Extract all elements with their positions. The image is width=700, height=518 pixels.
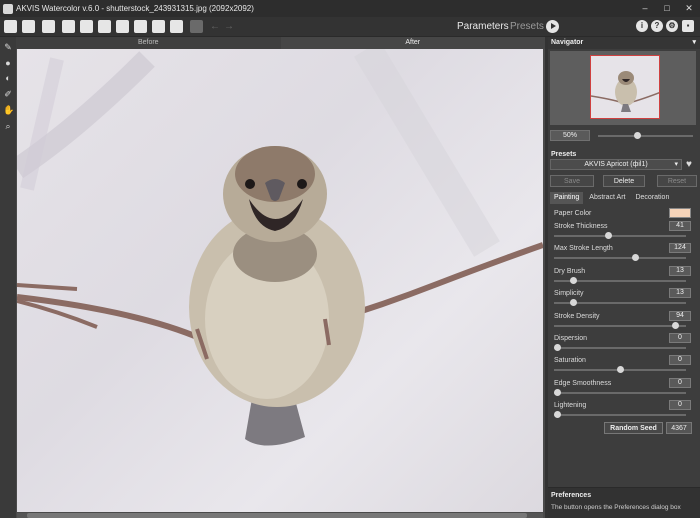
presets-title: Presets [551, 151, 577, 158]
param-slider-knob[interactable] [671, 321, 679, 329]
seed-value-field[interactable]: 4367 [666, 422, 692, 434]
tab-abstract-art[interactable]: Abstract Art [585, 192, 629, 204]
help-box: Preferences The button opens the Prefere… [548, 487, 700, 518]
param-slider-knob[interactable] [631, 254, 639, 262]
print-icon[interactable] [62, 20, 75, 33]
open-icon[interactable] [22, 20, 35, 33]
drop-icon[interactable]: ● [3, 58, 13, 68]
save-icon[interactable] [42, 20, 55, 33]
tool-panel: ✎ ● ◐ ✐ ✋ ⌕ [0, 37, 16, 518]
param-slider-track[interactable] [554, 257, 686, 260]
param-slider-knob[interactable] [570, 276, 578, 284]
tab-parameters[interactable]: Parameters [457, 21, 509, 32]
delete-preset-button[interactable]: Delete [603, 175, 645, 187]
tab-presets[interactable]: Presets [510, 21, 544, 32]
settings-panel: Navigator ▾ 50% Presets AKVIS Apricot (фi… [548, 37, 700, 518]
window-title: AKVIS Watercolor v.6.0 - shutterstock_24… [16, 4, 254, 13]
navigator-header: Navigator ▾ [548, 37, 700, 49]
app-logo-icon [3, 3, 13, 14]
hand-icon[interactable]: ✋ [3, 105, 14, 115]
param-value-field[interactable]: 13 [669, 288, 691, 299]
info-icon[interactable]: i [636, 20, 648, 32]
reset-preset-button[interactable]: Reset [657, 175, 697, 187]
import-icon[interactable] [152, 20, 165, 33]
param-label: Lightening [554, 402, 587, 410]
zoom-slider[interactable] [634, 132, 641, 139]
help-icon[interactable]: ? [651, 20, 663, 32]
help-title: Preferences [551, 492, 592, 499]
random-seed-button[interactable]: Random Seed [604, 422, 663, 434]
param-label: Dry Brush [554, 267, 586, 275]
param-label: Dispersion [554, 335, 588, 342]
zoom-field[interactable]: 50% [550, 130, 590, 141]
tab-painting[interactable]: Painting [550, 192, 584, 204]
redo-icon[interactable]: → [224, 20, 234, 33]
maximize-icon[interactable]: □ [660, 2, 674, 14]
param-value-field[interactable]: 124 [669, 243, 691, 254]
run-button[interactable] [546, 20, 559, 33]
param-value-field[interactable]: 13 [669, 265, 691, 276]
param-slider-track[interactable] [554, 414, 686, 417]
navigator-thumbnail[interactable] [590, 55, 660, 119]
tab-before[interactable]: Before [16, 37, 281, 49]
chevron-down-icon[interactable]: ▾ [692, 37, 696, 49]
param-slider-knob[interactable] [605, 232, 613, 239]
home-icon[interactable] [4, 20, 17, 33]
plugin-icon[interactable] [116, 20, 129, 33]
thumbnail-image [591, 71, 659, 112]
sparrow-painting [17, 49, 543, 446]
paper-color-swatch[interactable] [669, 208, 691, 218]
navigator-preview[interactable] [550, 51, 696, 125]
chevron-down-icon: ▾ [674, 161, 678, 168]
check-icon[interactable] [190, 20, 203, 33]
param-slider-knob[interactable] [616, 366, 624, 374]
param-slider-track[interactable] [554, 391, 686, 394]
param-slider-knob[interactable] [570, 299, 578, 307]
gear-icon[interactable]: ⚙ [666, 20, 678, 32]
tab-after[interactable]: After [280, 37, 545, 49]
param-label: Max Stroke Length [554, 245, 613, 253]
image-canvas: Before After [16, 37, 545, 518]
param-value-field[interactable]: 0 [669, 400, 691, 411]
share-icon[interactable] [80, 20, 93, 33]
batch-icon[interactable] [98, 20, 111, 33]
param-label: Edge Smoothness [554, 379, 612, 387]
param-value-field[interactable]: 0 [669, 355, 691, 366]
param-slider-track[interactable] [554, 235, 686, 237]
param-slider-track[interactable] [554, 347, 686, 349]
param-label: Stroke Density [554, 312, 600, 320]
param-value-field[interactable]: 41 [669, 221, 691, 231]
zoom-icon[interactable]: ⌕ [3, 121, 13, 131]
param-label: Saturation [554, 357, 586, 365]
feedback-icon[interactable]: ▪ [682, 20, 694, 32]
minimize-icon[interactable]: – [638, 2, 652, 14]
param-label: Simplicity [554, 290, 584, 298]
param-slider-knob[interactable] [554, 411, 561, 419]
horizontal-scrollbar[interactable] [17, 513, 543, 518]
tab-decoration[interactable]: Decoration [631, 192, 673, 204]
favorite-heart-icon[interactable]: ♥ [686, 159, 697, 170]
param-slider-knob[interactable] [554, 388, 561, 396]
param-slider-track[interactable] [554, 324, 686, 327]
undo-icon[interactable]: ← [210, 20, 220, 33]
param-value-field[interactable]: 0 [669, 377, 691, 388]
main-toolbar: ← → Parameters Presets i ? ⚙ ▪ [0, 17, 700, 37]
preset-dropdown[interactable]: AKVIS Apricot (фil1) ▾ [550, 159, 682, 170]
close-icon[interactable]: ✕ [682, 2, 696, 14]
title-bar: AKVIS Watercolor v.6.0 - shutterstock_24… [0, 0, 700, 17]
param-slider-knob[interactable] [554, 344, 561, 351]
painted-image[interactable] [17, 49, 543, 512]
smudge-icon[interactable]: ◐ [3, 73, 13, 83]
eraser-icon[interactable]: ✐ [3, 89, 13, 99]
export-icon[interactable] [134, 20, 147, 33]
param-value-field[interactable]: 0 [669, 333, 691, 343]
param-value-field[interactable]: 94 [669, 310, 691, 321]
save-preset-button[interactable]: Save [550, 175, 594, 187]
param-label: Stroke Thickness [554, 223, 608, 230]
brush-icon[interactable]: ✎ [3, 42, 13, 52]
help-text: The button opens the Preferences dialog … [551, 504, 681, 511]
apply-icon[interactable] [170, 20, 183, 33]
